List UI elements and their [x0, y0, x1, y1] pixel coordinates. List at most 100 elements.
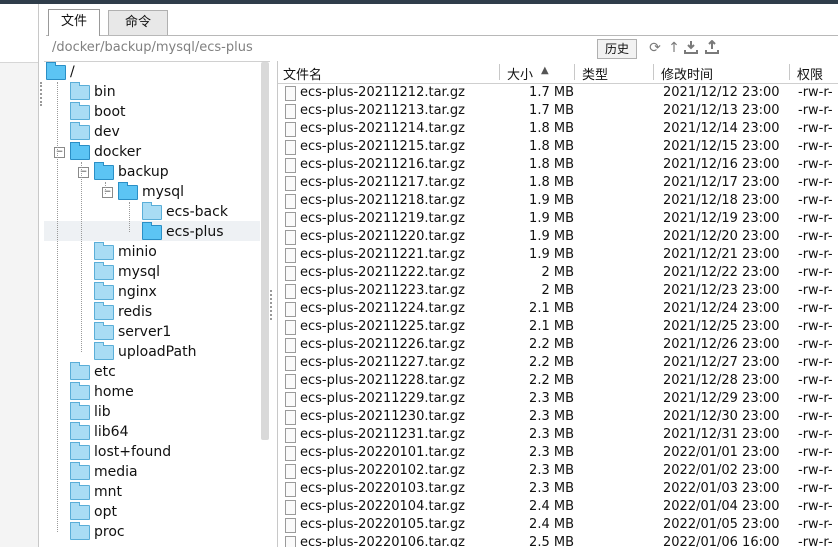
file-icon — [285, 446, 296, 461]
file-permissions: -rw-r- — [798, 139, 833, 154]
collapse-toggle-icon[interactable]: − — [102, 187, 113, 198]
column-header-permissions[interactable]: 权限 — [797, 64, 823, 83]
file-row[interactable]: ecs-plus-20211231.tar.gz 2.3 MB 2021/12/31… — [278, 426, 838, 444]
file-name: ecs-plus-20211214.tar.gz — [300, 121, 465, 136]
refresh-icon[interactable]: ⟳ — [648, 40, 662, 56]
file-row[interactable]: ecs-plus-20220104.tar.gz 2.4 MB 2022/01/04… — [278, 498, 838, 516]
tab-commands-label: 命令 — [124, 15, 151, 30]
file-row[interactable]: ecs-plus-20220103.tar.gz 2.3 MB 2022/01/03… — [278, 480, 838, 498]
download-icon[interactable] — [684, 40, 698, 56]
file-size: 2.5 MB — [529, 535, 574, 547]
file-row[interactable]: ecs-plus-20211218.tar.gz 1.9 MB 2021/12/18… — [278, 192, 838, 210]
folder-icon — [70, 462, 90, 480]
file-modified: 2021/12/12 23:00 — [663, 85, 780, 100]
file-row[interactable]: ecs-plus-20220105.tar.gz 2.4 MB 2022/01/05… — [278, 516, 838, 534]
tab-files[interactable]: 文件 — [48, 9, 100, 36]
file-row[interactable]: ecs-plus-20220101.tar.gz 2.3 MB 2022/01/01… — [278, 444, 838, 462]
file-icon — [285, 158, 296, 173]
file-row[interactable]: ecs-plus-20211212.tar.gz 1.7 MB 2021/12/12… — [278, 84, 838, 102]
file-icon — [285, 518, 296, 533]
tree-node-label: etc — [94, 364, 116, 380]
file-icon — [285, 194, 296, 209]
file-modified: 2021/12/24 23:00 — [663, 301, 780, 316]
file-permissions: -rw-r- — [798, 121, 833, 136]
tab-commands[interactable]: 命令 — [108, 10, 168, 35]
file-row[interactable]: ecs-plus-20211222.tar.gz 2 MB 2021/12/22 2… — [278, 264, 838, 282]
file-name: ecs-plus-20211218.tar.gz — [300, 193, 465, 208]
file-row[interactable]: ecs-plus-20211226.tar.gz 2.2 MB 2021/12/26… — [278, 336, 838, 354]
file-modified: 2021/12/19 23:00 — [663, 211, 780, 226]
file-icon — [285, 176, 296, 191]
file-row[interactable]: ecs-plus-20211230.tar.gz 2.3 MB 2021/12/30… — [278, 408, 838, 426]
folder-icon — [94, 262, 114, 280]
file-permissions: -rw-r- — [798, 193, 833, 208]
tree-scrollbar[interactable] — [261, 62, 269, 440]
tree-node-label: mysql — [118, 264, 160, 280]
file-row[interactable]: ecs-plus-20211214.tar.gz 1.8 MB 2021/12/14… — [278, 120, 838, 138]
file-row[interactable]: ecs-plus-20211219.tar.gz 1.9 MB 2021/12/19… — [278, 210, 838, 228]
upload-icon[interactable] — [705, 39, 719, 56]
file-name: ecs-plus-20220102.tar.gz — [300, 463, 465, 478]
file-icon — [285, 374, 296, 389]
column-header-type[interactable]: 类型 — [582, 64, 608, 83]
file-row[interactable]: ecs-plus-20211220.tar.gz 1.9 MB 2021/12/20… — [278, 228, 838, 246]
file-modified: 2022/01/06 16:00 — [663, 535, 780, 547]
file-icon — [285, 86, 296, 101]
file-modified: 2021/12/13 23:00 — [663, 103, 780, 118]
file-size: 2.2 MB — [529, 337, 574, 352]
file-permissions: -rw-r- — [798, 211, 833, 226]
file-size: 2.3 MB — [529, 409, 574, 424]
file-row[interactable]: ecs-plus-20220102.tar.gz 2.3 MB 2022/01/02… — [278, 462, 838, 480]
tree-node-label: mysql — [142, 184, 184, 200]
file-row[interactable]: ecs-plus-20220106.tar.gz 2.5 MB 2022/01/06… — [278, 534, 838, 547]
file-modified: 2022/01/01 23:00 — [663, 445, 780, 460]
file-icon — [285, 104, 296, 119]
collapse-toggle-icon[interactable]: − — [78, 167, 89, 178]
column-divider[interactable] — [653, 64, 654, 80]
column-header-name[interactable]: 文件名 — [283, 64, 322, 83]
tree-node-label: lost+found — [94, 444, 172, 460]
history-button[interactable]: 历史 — [597, 39, 637, 59]
tree-guide-line — [129, 202, 130, 232]
column-header-size[interactable]: 大小 — [507, 64, 533, 83]
tree-node-label: home — [94, 384, 134, 400]
column-divider[interactable] — [789, 64, 790, 80]
column-divider[interactable] — [499, 64, 500, 80]
current-path-input[interactable]: /docker/backup/mysql/ecs-plus — [52, 40, 253, 55]
file-name: ecs-plus-20211229.tar.gz — [300, 391, 465, 406]
file-row[interactable]: ecs-plus-20211217.tar.gz 1.8 MB 2021/12/17… — [278, 174, 838, 192]
file-row[interactable]: ecs-plus-20211227.tar.gz 2.2 MB 2021/12/27… — [278, 354, 838, 372]
file-row[interactable]: ecs-plus-20211225.tar.gz 2.1 MB 2021/12/25… — [278, 318, 838, 336]
folder-icon — [118, 182, 138, 200]
file-row[interactable]: ecs-plus-20211221.tar.gz 1.9 MB 2021/12/21… — [278, 246, 838, 264]
tree-node-label: backup — [118, 164, 169, 180]
file-permissions: -rw-r- — [798, 409, 833, 424]
file-row[interactable]: ecs-plus-20211215.tar.gz 1.8 MB 2021/12/15… — [278, 138, 838, 156]
folder-icon — [70, 442, 90, 460]
file-size: 1.8 MB — [529, 139, 574, 154]
file-icon — [285, 140, 296, 155]
folder-icon — [142, 202, 162, 220]
file-size: 2 MB — [541, 283, 574, 298]
tree-node-label: server1 — [118, 324, 172, 340]
file-row[interactable]: ecs-plus-20211223.tar.gz 2 MB 2021/12/23 2… — [278, 282, 838, 300]
tree-node-label: lib — [94, 404, 111, 420]
tree-node-label: bin — [94, 84, 116, 100]
file-row[interactable]: ecs-plus-20211213.tar.gz 1.7 MB 2021/12/13… — [278, 102, 838, 120]
file-row[interactable]: ecs-plus-20211216.tar.gz 1.8 MB 2021/12/16… — [278, 156, 838, 174]
file-name: ecs-plus-20211212.tar.gz — [300, 85, 465, 100]
pane-splitter-handle[interactable] — [270, 290, 275, 320]
left-side-panel — [0, 4, 42, 547]
file-row[interactable]: ecs-plus-20211228.tar.gz 2.2 MB 2021/12/28… — [278, 372, 838, 390]
file-row[interactable]: ecs-plus-20211224.tar.gz 2.1 MB 2021/12/24… — [278, 300, 838, 318]
file-row[interactable]: ecs-plus-20211229.tar.gz 2.3 MB 2021/12/29… — [278, 390, 838, 408]
column-header-modified[interactable]: 修改时间 — [661, 64, 713, 83]
go-up-icon[interactable]: ↑ — [667, 40, 681, 56]
file-permissions: -rw-r- — [798, 445, 833, 460]
folder-icon — [94, 162, 114, 180]
file-modified: 2022/01/03 23:00 — [663, 481, 780, 496]
collapse-toggle-icon[interactable]: − — [54, 147, 65, 158]
column-divider[interactable] — [574, 64, 575, 80]
file-icon — [285, 212, 296, 227]
file-modified: 2021/12/17 23:00 — [663, 175, 780, 190]
